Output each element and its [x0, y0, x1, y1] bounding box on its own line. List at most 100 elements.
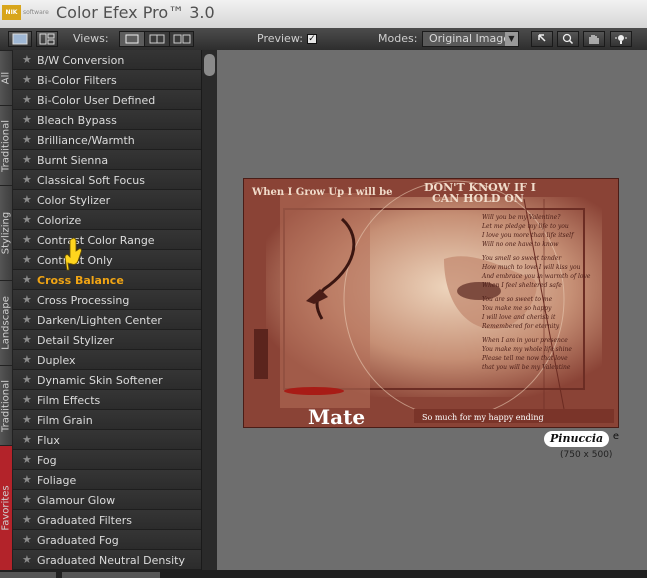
filter-item[interactable]: ★ Contrast Color Range: [13, 230, 201, 250]
star-icon[interactable]: ★: [22, 133, 32, 146]
filter-list-scrollbar[interactable]: [201, 50, 217, 570]
filter-item[interactable]: ★ Bi-Color Filters: [13, 70, 201, 90]
image-text-big-word: Mate: [308, 405, 366, 428]
tab-landscape[interactable]: Landscape: [0, 280, 12, 365]
zoom-tool-button[interactable]: [557, 31, 579, 47]
filter-item-label: Graduated Filters: [37, 514, 133, 527]
poem-line: Will no one have to know: [482, 241, 559, 248]
filter-item[interactable]: ★ Darken/Lighten Center: [13, 310, 201, 330]
preview-label: Preview:: [257, 32, 303, 45]
filter-item[interactable]: ★ Glamour Glow: [13, 490, 201, 510]
filter-item[interactable]: ★ Brilliance/Warmth: [13, 130, 201, 150]
filter-item[interactable]: ★ Graduated Filters: [13, 510, 201, 530]
filter-item[interactable]: ★ Graduated Neutral Density: [13, 550, 201, 570]
filter-item[interactable]: ★ Fog: [13, 450, 201, 470]
category-tabs: All Traditional Stylizing Landscape Trad…: [0, 50, 13, 578]
star-icon[interactable]: ★: [22, 213, 32, 226]
filter-item-label: Foliage: [37, 474, 77, 487]
star-icon[interactable]: ★: [22, 413, 32, 426]
browser-view-button[interactable]: [36, 31, 58, 47]
filter-item[interactable]: ★ Classical Soft Focus: [13, 170, 201, 190]
preview-image[interactable]: When I Grow Up I will be DON'T KNOW IF I…: [243, 178, 619, 428]
tab-traditional-2[interactable]: Traditional: [0, 365, 12, 445]
view-split-button[interactable]: [145, 32, 170, 46]
star-icon[interactable]: ★: [22, 473, 32, 486]
filter-item[interactable]: ★ Contrast Only: [13, 250, 201, 270]
image-text-tagline: So much for my happy ending: [422, 413, 544, 422]
filter-item-label: Dynamic Skin Softener: [37, 374, 163, 387]
star-icon[interactable]: ★: [22, 453, 32, 466]
filter-item[interactable]: ★ Foliage: [13, 470, 201, 490]
star-icon[interactable]: ★: [22, 73, 32, 86]
filter-item-label: Classical Soft Focus: [37, 174, 145, 187]
tab-stylizing[interactable]: Stylizing: [0, 185, 12, 280]
filter-item[interactable]: ★ Film Grain: [13, 410, 201, 430]
filter-list: ★ B/W Conversion ★ Bi-Color Filters ★ Bi-Colo…: [13, 50, 201, 570]
star-icon[interactable]: ★: [22, 533, 32, 546]
filter-item[interactable]: ★ Colorize: [13, 210, 201, 230]
filter-item-label: Brilliance/Warmth: [37, 134, 135, 147]
single-view-button[interactable]: [8, 31, 32, 47]
arrow-icon: [538, 34, 546, 42]
filter-item[interactable]: ★ Cross Processing: [13, 290, 201, 310]
star-icon[interactable]: ★: [22, 153, 32, 166]
filter-item[interactable]: ★ Bi-Color User Defined: [13, 90, 201, 110]
hand-cursor-icon: [64, 237, 82, 271]
star-icon[interactable]: ★: [22, 553, 32, 566]
star-icon[interactable]: ★: [22, 193, 32, 206]
star-icon[interactable]: ★: [22, 373, 32, 386]
filter-item-label: Flux: [37, 434, 60, 447]
dual-pane-icon: [173, 34, 191, 44]
star-icon[interactable]: ★: [22, 433, 32, 446]
filter-item-label: Darken/Lighten Center: [37, 314, 162, 327]
light-tool-button[interactable]: [610, 31, 632, 47]
filter-item[interactable]: ★ Graduated Fog: [13, 530, 201, 550]
star-icon[interactable]: ★: [22, 253, 32, 266]
poem-line: Remembered for eternity: [482, 323, 560, 330]
tab-traditional[interactable]: Traditional: [0, 105, 12, 185]
filter-item-label: Bleach Bypass: [37, 114, 117, 127]
star-icon[interactable]: ★: [22, 173, 32, 186]
star-icon[interactable]: ★: [22, 273, 32, 286]
filter-item[interactable]: ★ Cross Balance: [13, 270, 201, 290]
star-icon[interactable]: ★: [22, 53, 32, 66]
filter-item-label: Color Stylizer: [37, 194, 111, 207]
tab-favorites[interactable]: Favorites: [0, 445, 12, 570]
hand-tool-button[interactable]: [583, 31, 605, 47]
filter-item[interactable]: ★ Burnt Sienna: [13, 150, 201, 170]
star-icon[interactable]: ★: [22, 333, 32, 346]
filter-item[interactable]: ★ Detail Stylizer: [13, 330, 201, 350]
image-text-top-left: When I Grow Up I will be: [252, 187, 393, 198]
modes-dropdown[interactable]: Original Image ▼: [422, 31, 519, 47]
view-side-by-side-button[interactable]: [170, 32, 194, 46]
star-icon[interactable]: ★: [22, 393, 32, 406]
filter-item[interactable]: ★ Duplex: [13, 350, 201, 370]
toolbar: Views: Preview: ✓ Modes: Original Image …: [0, 28, 647, 51]
scrollbar-thumb[interactable]: [204, 54, 215, 76]
image-poem: Will you be my Valentine? Let me pledge m…: [482, 213, 612, 377]
star-icon[interactable]: ★: [22, 353, 32, 366]
filter-item[interactable]: ★ Dynamic Skin Softener: [13, 370, 201, 390]
star-icon[interactable]: ★: [22, 233, 32, 246]
filter-item[interactable]: ★ Flux: [13, 430, 201, 450]
preview-checkbox[interactable]: ✓: [307, 34, 317, 44]
status-bar-button-2[interactable]: [62, 572, 160, 578]
status-bar: [0, 570, 647, 578]
status-bar-button-1[interactable]: [0, 572, 56, 578]
filter-item[interactable]: ★ B/W Conversion: [13, 50, 201, 70]
filter-item[interactable]: ★ Bleach Bypass: [13, 110, 201, 130]
star-icon[interactable]: ★: [22, 293, 32, 306]
star-icon[interactable]: ★: [22, 513, 32, 526]
filter-item[interactable]: ★ Color Stylizer: [13, 190, 201, 210]
star-icon[interactable]: ★: [22, 93, 32, 106]
view-single-button[interactable]: [120, 32, 145, 46]
arrow-tool-button[interactable]: [531, 31, 553, 47]
star-icon[interactable]: ★: [22, 313, 32, 326]
filter-item[interactable]: ★ Film Effects: [13, 390, 201, 410]
poem-line: Will you be my Valentine?: [482, 214, 561, 221]
views-label: Views:: [73, 32, 109, 45]
star-icon[interactable]: ★: [22, 493, 32, 506]
image-text-top-right-2: CAN HOLD ON: [432, 192, 524, 205]
tab-all[interactable]: All: [0, 50, 12, 105]
star-icon[interactable]: ★: [22, 113, 32, 126]
